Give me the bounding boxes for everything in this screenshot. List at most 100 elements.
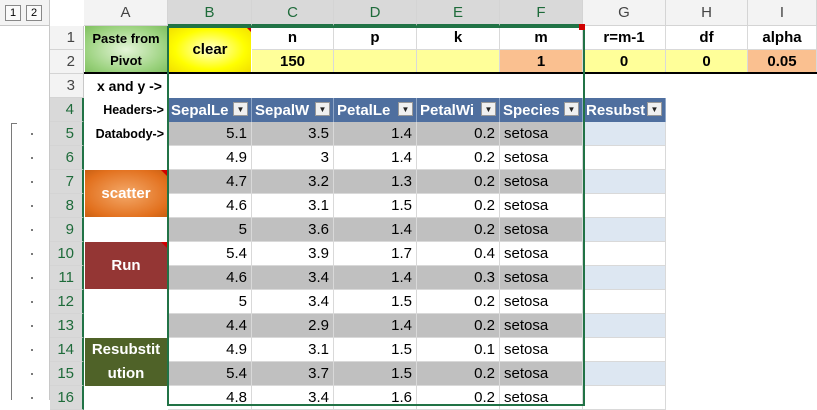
cell-petal-length[interactable]: 1.7	[334, 242, 417, 266]
cell-petal-length[interactable]: 1.4	[334, 218, 417, 242]
cell-petal-width[interactable]: 0.1	[417, 338, 500, 362]
cell-species[interactable]: setosa	[500, 314, 583, 338]
param-value-alpha[interactable]: 0.05	[748, 50, 817, 74]
cell-petal-width[interactable]: 0.2	[417, 362, 500, 386]
cell-petal-length[interactable]: 1.4	[334, 314, 417, 338]
cell-sepal-length[interactable]: 4.4	[168, 314, 252, 338]
cell-species[interactable]: setosa	[500, 218, 583, 242]
cell-resubstitution[interactable]	[583, 290, 666, 314]
row-header-6[interactable]: 6	[50, 146, 84, 170]
cell-species[interactable]: setosa	[500, 242, 583, 266]
cell-petal-width[interactable]: 0.2	[417, 386, 500, 410]
cell-sepal-width[interactable]: 3.2	[252, 170, 334, 194]
clear-button[interactable]: clear	[169, 26, 251, 73]
filter-dropdown-icon[interactable]: ▼	[564, 102, 579, 116]
cell-petal-length[interactable]: 1.5	[334, 362, 417, 386]
row-header-15[interactable]: 15	[50, 362, 84, 386]
table-header-petal-width[interactable]: PetalWi ▼	[417, 98, 500, 122]
resubstitution-button[interactable]: Resubstit ution	[85, 338, 167, 386]
cell-sepal-width[interactable]: 3.6	[252, 218, 334, 242]
outline-level-2-button[interactable]: 2	[26, 5, 42, 21]
cell-sepal-length[interactable]: 4.9	[168, 146, 252, 170]
filter-dropdown-icon[interactable]: ▼	[233, 102, 248, 116]
param-value-df[interactable]: 0	[666, 50, 748, 74]
row-header-13[interactable]: 13	[50, 314, 84, 338]
cell-resubstitution[interactable]	[583, 122, 666, 146]
cell-species[interactable]: setosa	[500, 122, 583, 146]
cell-sepal-length[interactable]: 4.6	[168, 266, 252, 290]
row-header-2[interactable]: 2	[50, 50, 84, 74]
cell-species[interactable]: setosa	[500, 170, 583, 194]
filter-dropdown-icon[interactable]: ▼	[315, 102, 330, 116]
cell-petal-width[interactable]: 0.2	[417, 314, 500, 338]
row-header-5[interactable]: 5	[50, 122, 84, 146]
cell-sepal-length[interactable]: 5	[168, 218, 252, 242]
row-header-10[interactable]: 10	[50, 242, 84, 266]
cell-sepal-length[interactable]: 4.9	[168, 338, 252, 362]
cell-sepal-length[interactable]: 5.4	[168, 362, 252, 386]
cell-sepal-width[interactable]: 3.1	[252, 194, 334, 218]
table-header-petal-length[interactable]: PetalLe ▼	[334, 98, 417, 122]
cell-petal-width[interactable]: 0.2	[417, 218, 500, 242]
cell-sepal-length[interactable]: 4.7	[168, 170, 252, 194]
cell-petal-length[interactable]: 1.6	[334, 386, 417, 410]
cell-sepal-length[interactable]: 4.6	[168, 194, 252, 218]
cell-sepal-length[interactable]: 5.1	[168, 122, 252, 146]
row-header-16[interactable]: 16	[50, 386, 84, 410]
outline-level-1-button[interactable]: 1	[5, 5, 21, 21]
cell-petal-length[interactable]: 1.5	[334, 290, 417, 314]
cell-resubstitution[interactable]	[583, 362, 666, 386]
cell-petal-length[interactable]: 1.4	[334, 122, 417, 146]
row-header-14[interactable]: 14	[50, 338, 84, 362]
cell-resubstitution[interactable]	[583, 314, 666, 338]
cell-sepal-width[interactable]: 3.4	[252, 290, 334, 314]
param-value-n[interactable]: 150	[252, 50, 334, 74]
cell-sepal-width[interactable]: 3.4	[252, 266, 334, 290]
row-header-12[interactable]: 12	[50, 290, 84, 314]
cell-petal-width[interactable]: 0.2	[417, 170, 500, 194]
table-header-sepal-length[interactable]: SepalLe ▼	[168, 98, 252, 122]
row-header-7[interactable]: 7	[50, 170, 84, 194]
column-header-f[interactable]: F	[500, 0, 583, 26]
cell-petal-width[interactable]: 0.2	[417, 146, 500, 170]
column-header-h[interactable]: H	[666, 0, 748, 26]
cell-resubstitution[interactable]	[583, 386, 666, 410]
column-header-e[interactable]: E	[417, 0, 500, 26]
param-value-p[interactable]	[334, 50, 417, 74]
cell-species[interactable]: setosa	[500, 338, 583, 362]
cell-species[interactable]: setosa	[500, 146, 583, 170]
row-header-3[interactable]: 3	[50, 74, 84, 98]
cell-petal-width[interactable]: 0.4	[417, 242, 500, 266]
filter-dropdown-icon[interactable]: ▼	[481, 102, 496, 116]
cell-sepal-length[interactable]: 4.8	[168, 386, 252, 410]
cell-petal-width[interactable]: 0.2	[417, 290, 500, 314]
column-header-c[interactable]: C	[252, 0, 334, 26]
cell-sepal-width[interactable]: 3	[252, 146, 334, 170]
row-header-4[interactable]: 4	[50, 98, 84, 122]
cell-resubstitution[interactable]	[583, 194, 666, 218]
cell-petal-length[interactable]: 1.5	[334, 338, 417, 362]
cell-petal-width[interactable]: 0.2	[417, 122, 500, 146]
cell-sepal-width[interactable]: 2.9	[252, 314, 334, 338]
row-header-1[interactable]: 1	[50, 26, 84, 50]
cell-sepal-width[interactable]: 3.9	[252, 242, 334, 266]
cell-resubstitution[interactable]	[583, 266, 666, 290]
cell-species[interactable]: setosa	[500, 386, 583, 410]
cell-sepal-width[interactable]: 3.4	[252, 386, 334, 410]
param-value-r[interactable]: 0	[583, 50, 666, 74]
param-value-m[interactable]: 1	[500, 50, 583, 74]
column-header-d[interactable]: D	[334, 0, 417, 26]
cell-petal-length[interactable]: 1.4	[334, 266, 417, 290]
cell-sepal-width[interactable]: 3.7	[252, 362, 334, 386]
row-header-11[interactable]: 11	[50, 266, 84, 290]
fill-handle[interactable]	[579, 24, 585, 30]
table-header-resubstitution[interactable]: Resubst ▼	[583, 98, 666, 122]
cell-resubstitution[interactable]	[583, 146, 666, 170]
scatter-button[interactable]: scatter	[85, 170, 167, 217]
cell-species[interactable]: setosa	[500, 194, 583, 218]
param-value-k[interactable]	[417, 50, 500, 74]
cell-species[interactable]: setosa	[500, 362, 583, 386]
filter-dropdown-icon[interactable]: ▼	[398, 102, 413, 116]
column-header-g[interactable]: G	[583, 0, 666, 26]
cell-resubstitution[interactable]	[583, 218, 666, 242]
